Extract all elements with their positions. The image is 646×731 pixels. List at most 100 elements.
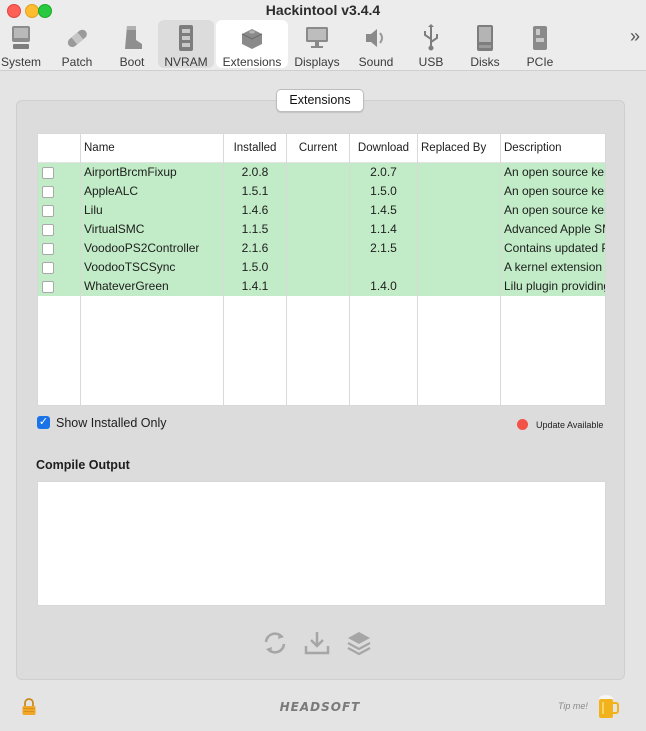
cell-installed: 1.5.0 [241, 260, 269, 274]
toolbar-overflow-chevron-icon[interactable]: » [630, 26, 640, 47]
window-title: Hackintool v3.4.4 [265, 2, 381, 18]
cell-installed: 1.4.6 [241, 203, 269, 217]
toolbar-item-patch[interactable]: Patch [56, 20, 98, 69]
table-row[interactable]: AppleALC 1.5.1 1.5.0 An open source kern… [38, 182, 605, 201]
row-checkbox[interactable] [42, 224, 54, 236]
row-checkbox[interactable] [42, 262, 54, 274]
column-divider [286, 134, 287, 405]
tip-me-link[interactable]: Tip me! [558, 701, 588, 711]
toolbar-label: Displays [294, 55, 340, 69]
disk-icon [477, 25, 493, 51]
column-divider [500, 134, 501, 405]
pcie-card-icon [533, 26, 547, 50]
toolbar-item-nvram[interactable]: NVRAM [158, 20, 214, 69]
update-available-dot-icon [517, 419, 528, 430]
speaker-icon [366, 29, 383, 47]
table-row[interactable]: AirportBrcmFixup 2.0.8 2.0.7 An open sou… [38, 163, 605, 182]
toolbar-label: USB [418, 55, 444, 69]
row-checkbox[interactable] [42, 281, 54, 293]
table-row[interactable]: VoodooTSCSync 1.5.0 A kernel extension w… [38, 258, 605, 277]
cell-description: Lilu plugin providing patches [504, 279, 605, 293]
table-row[interactable]: VirtualSMC 1.1.5 1.1.4 Advanced Apple SM… [38, 220, 605, 239]
show-installed-only-label: Show Installed Only [56, 416, 167, 430]
column-header-installed[interactable]: Installed [224, 142, 286, 154]
column-divider [417, 134, 418, 405]
row-checkbox[interactable] [42, 186, 54, 198]
column-divider [80, 134, 81, 405]
toolbar-label: Extensions [222, 55, 282, 69]
cell-description: Advanced Apple SMC emulator [504, 222, 605, 236]
toolbar-item-system[interactable]: System [0, 20, 42, 69]
bandage-icon [67, 29, 87, 48]
toolbar-item-boot[interactable]: Boot [113, 20, 151, 69]
title-bar: Hackintool v3.4.4 System Patch Boot NVRA… [0, 0, 646, 71]
headsoft-logo: HEADSOFT [279, 700, 361, 714]
download-icon[interactable] [303, 629, 331, 657]
computer-icon [12, 26, 30, 49]
cell-download: 2.0.7 [370, 165, 397, 179]
cell-description: An open source kernel extension [504, 165, 605, 179]
cell-name: VirtualSMC [84, 222, 145, 236]
toolbar-label: Patch [61, 55, 93, 69]
row-checkbox[interactable] [42, 205, 54, 217]
cell-description: A kernel extension which will [504, 260, 605, 274]
toolbar-label: Sound [358, 55, 394, 69]
cell-installed: 2.0.8 [241, 165, 269, 179]
cell-name: VoodooPS2Controller [84, 241, 200, 255]
refresh-icon[interactable] [261, 629, 289, 657]
cell-name: AirportBrcmFixup [84, 165, 177, 179]
toolbar-label: PCIe [526, 55, 554, 69]
toolbar-label: Disks [470, 55, 500, 69]
cell-name: VoodooTSCSync [84, 260, 176, 274]
cell-installed: 1.4.1 [241, 279, 269, 293]
tab-extensions[interactable]: Extensions [276, 89, 364, 112]
memory-chip-icon [179, 25, 193, 51]
table-header: Name Installed Current Download Replaced… [38, 134, 605, 163]
toolbar-label: Boot [119, 55, 145, 69]
toolbar-label: System [0, 55, 41, 69]
cell-installed: 1.1.5 [241, 222, 269, 236]
usb-icon [424, 24, 438, 51]
toolbar-label: NVRAM [164, 55, 208, 69]
cell-name: Lilu [84, 203, 103, 217]
cell-download: 1.1.4 [370, 222, 397, 236]
show-installed-only-checkbox[interactable]: ✓ [37, 416, 50, 429]
column-header-replaced-by[interactable]: Replaced By [421, 142, 486, 154]
lego-brick-icon [241, 29, 263, 49]
compile-output-textarea[interactable] [37, 481, 606, 606]
cell-download: 1.5.0 [370, 184, 397, 198]
table-row[interactable]: Lilu 1.4.6 1.4.5 An open source kernel e… [38, 201, 605, 220]
cell-download: 1.4.5 [370, 203, 397, 217]
layers-icon[interactable] [345, 629, 373, 657]
row-checkbox[interactable] [42, 167, 54, 179]
column-header-current[interactable]: Current [287, 142, 349, 154]
table-row[interactable]: WhateverGreen 1.4.1 1.4.0 Lilu plugin pr… [38, 277, 605, 296]
toolbar-item-sound[interactable]: Sound [356, 20, 396, 69]
cell-download: 2.1.5 [370, 241, 397, 255]
cell-description: Contains updated PS2 drivers [504, 241, 605, 255]
table-row[interactable]: VoodooPS2Controller 2.1.6 2.1.5 Contains… [38, 239, 605, 258]
toolbar-item-extensions[interactable]: Extensions [216, 20, 288, 69]
toolbar-item-disks[interactable]: Disks [466, 20, 504, 69]
toolbar-item-usb[interactable]: USB [414, 20, 448, 69]
monitor-icon [306, 27, 328, 48]
column-header-download[interactable]: Download [350, 142, 417, 154]
cell-download: 1.4.0 [370, 279, 397, 293]
column-header-description[interactable]: Description [504, 142, 562, 154]
cell-name: WhateverGreen [84, 279, 169, 293]
boot-icon [125, 26, 142, 49]
cell-installed: 2.1.6 [241, 241, 269, 255]
row-checkbox[interactable] [42, 243, 54, 255]
compile-output-title: Compile Output [36, 458, 130, 472]
column-divider [223, 134, 224, 405]
cell-description: An open source kernel extension [504, 203, 605, 217]
beer-icon[interactable] [597, 692, 619, 720]
cell-description: An open source kernel extension [504, 184, 605, 198]
extensions-table[interactable]: Name Installed Current Download Replaced… [37, 133, 606, 406]
lock-icon[interactable] [21, 698, 37, 716]
column-header-name[interactable]: Name [84, 142, 115, 154]
toolbar-item-displays[interactable]: Displays [294, 20, 340, 69]
column-divider [349, 134, 350, 405]
cell-installed: 1.5.1 [241, 184, 269, 198]
toolbar-item-pcie[interactable]: PCIe [524, 20, 556, 69]
